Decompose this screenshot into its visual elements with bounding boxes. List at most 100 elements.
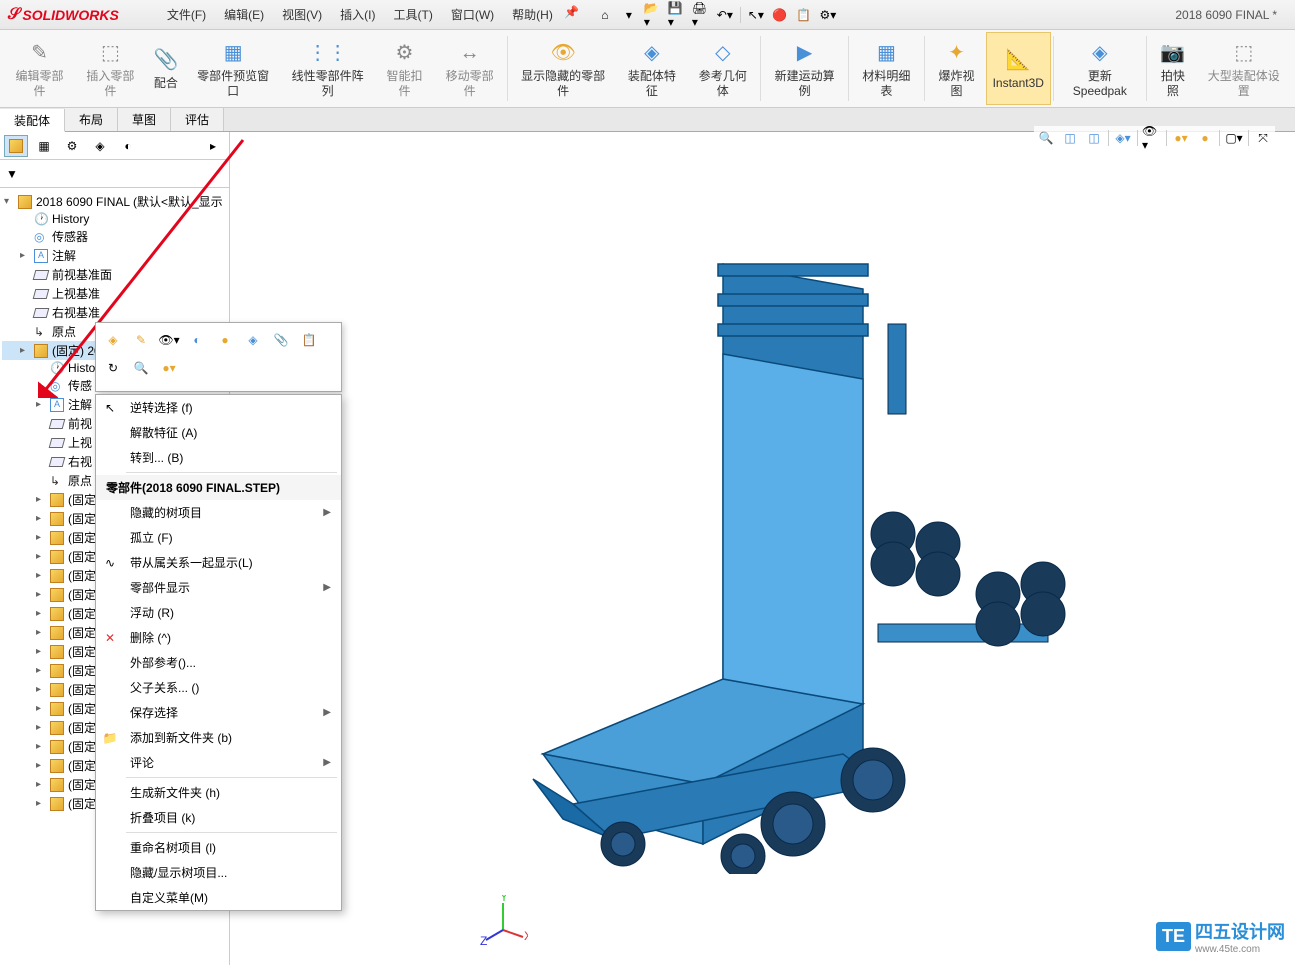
ctx-tool-zoom-icon[interactable]: 🔍 — [130, 357, 152, 379]
graphics-viewport[interactable]: 🔍 ◫ ◫ ◈▾ 👁▾ ●▾ ● ▢▾ ⤧ — [230, 132, 1295, 965]
panel-toolbar: ▼ — [0, 160, 229, 188]
ctx-new-folder[interactable]: 生成新文件夹 (h) — [96, 780, 341, 805]
save-icon[interactable]: 💾▾ — [668, 6, 686, 24]
chevron-right-icon: ▶ — [323, 757, 331, 768]
tab-layout[interactable]: 布局 — [65, 108, 118, 131]
watermark-text: 四五设计网 — [1195, 918, 1285, 944]
tab-sketch[interactable]: 草图 — [118, 108, 171, 131]
tab-evaluate[interactable]: 评估 — [171, 108, 224, 131]
ribbon-assembly-feature[interactable]: ◈装配体特征 — [616, 32, 687, 105]
settings-icon[interactable]: ⚙▾ — [819, 6, 837, 24]
ctx-goto[interactable]: 转到... (B) — [96, 445, 341, 470]
ctx-tool-suppress-icon[interactable]: ● — [214, 329, 236, 351]
property-tab-icon[interactable]: ▦ — [32, 135, 56, 157]
undo-icon[interactable]: ↶▾ — [716, 6, 734, 24]
ribbon-instant3d[interactable]: 📐Instant3D — [986, 32, 1050, 105]
tab-assembly[interactable]: 装配体 — [0, 109, 65, 132]
ctx-invert-selection[interactable]: ↖逆转选择 (f) — [96, 395, 341, 420]
ctx-comment[interactable]: 评论▶ — [96, 750, 341, 775]
ribbon-reference-geom[interactable]: ◇参考几何体 — [687, 32, 758, 105]
ctx-rename-tree[interactable]: 重命名树项目 (l) — [96, 835, 341, 860]
ctx-delete[interactable]: ✕删除 (^) — [96, 625, 341, 650]
orientation-triad[interactable]: Y X Z — [478, 895, 528, 945]
triad-icon[interactable]: ⤧ — [1253, 128, 1273, 148]
ribbon-linear-pattern[interactable]: ⋮⋮线性零部件阵列 — [280, 32, 375, 105]
ribbon-bom[interactable]: ▦材料明细表 — [851, 32, 922, 105]
context-menu: ↖逆转选择 (f) 解散特征 (A) 转到... (B) 零部件(2018 60… — [95, 394, 342, 911]
menu-edit[interactable]: 编辑(E) — [216, 3, 272, 26]
ribbon-smart-fastener[interactable]: ⚙智能扣件 — [375, 32, 434, 105]
display-style-icon[interactable]: 👁▾ — [1142, 128, 1162, 148]
ctx-component-display[interactable]: 零部件显示▶ — [96, 575, 341, 600]
tree-item[interactable]: 上视基准 — [2, 284, 227, 303]
home-icon[interactable]: ⌂ — [596, 6, 614, 24]
ctx-parent-child[interactable]: 父子关系... () — [96, 675, 341, 700]
view-orient-icon[interactable]: ◫ — [1084, 128, 1104, 148]
ctx-customize-menu[interactable]: 自定义菜单(M) — [96, 885, 341, 910]
new-icon[interactable]: ▾ — [620, 6, 638, 24]
ctx-collapse[interactable]: 折叠项目 (k) — [96, 805, 341, 830]
ribbon-show-hidden[interactable]: 👁显示隐藏的零部件 — [510, 32, 616, 105]
zoom-fit-icon[interactable]: 🔍 — [1036, 128, 1056, 148]
tree-item[interactable]: ▸A注解 — [2, 246, 227, 265]
ctx-dissolve-feature[interactable]: 解散特征 (A) — [96, 420, 341, 445]
ctx-external-ref[interactable]: 外部参考()... — [96, 650, 341, 675]
ctx-tool-transparency-icon[interactable]: ◐ — [186, 329, 208, 351]
ctx-add-to-folder[interactable]: 📁添加到新文件夹 (b) — [96, 725, 341, 750]
ctx-tool-edit-icon[interactable]: ◈ — [102, 329, 124, 351]
view-style-icon[interactable]: ◈▾ — [1113, 128, 1133, 148]
folder-icon: 📁 — [102, 730, 118, 746]
menu-window[interactable]: 窗口(W) — [443, 3, 502, 26]
scene-icon[interactable]: ● — [1195, 128, 1215, 148]
menu-tools[interactable]: 工具(T) — [386, 3, 441, 26]
config-tab-icon[interactable]: ⚙ — [60, 135, 84, 157]
options-icon[interactable]: 📋 — [795, 6, 813, 24]
rebuild-icon[interactable]: 🔴 — [771, 6, 789, 24]
ctx-show-with-dependents[interactable]: ∿带从属关系一起显示(L) — [96, 550, 341, 575]
ctx-tool-hide-icon[interactable]: 👁▾ — [158, 329, 180, 351]
viewport-icon[interactable]: ▢▾ — [1224, 128, 1244, 148]
ribbon-edit-component[interactable]: ✎编辑零部件 — [4, 32, 75, 105]
menu-file[interactable]: 文件(F) — [159, 3, 214, 26]
ctx-tool-copy-icon[interactable]: 📋 — [298, 329, 320, 351]
open-icon[interactable]: 📂▾ — [644, 6, 662, 24]
panel-expand-icon[interactable]: ▸ — [201, 135, 225, 157]
view-cube-icon[interactable]: ◫ — [1060, 128, 1080, 148]
menu-view[interactable]: 视图(V) — [274, 3, 330, 26]
ctx-save-selection[interactable]: 保存选择▶ — [96, 700, 341, 725]
tree-item[interactable]: 前视基准面 — [2, 265, 227, 284]
ctx-tool-open-icon[interactable]: ✎ — [130, 329, 152, 351]
ribbon-speedpak[interactable]: ◈更新Speedpak — [1055, 32, 1144, 105]
ribbon-mate[interactable]: 📎配合 — [146, 32, 186, 105]
ctx-tool-fix-icon[interactable]: ◈ — [242, 329, 264, 351]
tree-item[interactable]: 🕐History — [2, 211, 227, 227]
tree-item[interactable]: 右视基准 — [2, 303, 227, 322]
print-icon[interactable]: 🖨▾ — [692, 6, 710, 24]
ctx-tool-attach-icon[interactable]: 📎 — [270, 329, 292, 351]
delete-icon: ✕ — [102, 630, 118, 646]
ctx-hidden-tree-items[interactable]: 隐藏的树项目▶ — [96, 500, 341, 525]
dimexpert-tab-icon[interactable]: ◈ — [88, 135, 112, 157]
ribbon-move-component[interactable]: ↔移动零部件 — [434, 32, 505, 105]
ribbon-large-assembly[interactable]: ⬚大型装配体设置 — [1197, 32, 1292, 105]
ribbon-snapshot[interactable]: 📷拍快照 — [1149, 32, 1196, 105]
ctx-float[interactable]: 浮动 (R) — [96, 600, 341, 625]
display-tab-icon[interactable]: ◐ — [116, 135, 140, 157]
appearance-icon[interactable]: ●▾ — [1171, 128, 1191, 148]
tree-root[interactable]: ▾ 2018 6090 FINAL (默认<默认_显示 — [2, 192, 227, 211]
ribbon-exploded-view[interactable]: ✦爆炸视图 — [927, 32, 986, 105]
ctx-tool-color-icon[interactable]: ●▾ — [158, 357, 180, 379]
feature-tree-tab-icon[interactable] — [4, 135, 28, 157]
ribbon-insert-component[interactable]: ⬚插入零部件 — [75, 32, 146, 105]
menu-insert[interactable]: 插入(I) — [332, 3, 383, 26]
ctx-tool-rotate-icon[interactable]: ↻ — [102, 357, 124, 379]
pin-icon[interactable]: 📌 — [563, 3, 581, 21]
ribbon-motion-study[interactable]: ▶新建运动算例 — [763, 32, 846, 105]
menu-help[interactable]: 帮助(H) — [504, 3, 561, 26]
filter-icon[interactable]: ▼ — [6, 167, 18, 181]
select-icon[interactable]: ↖▾ — [747, 6, 765, 24]
tree-item[interactable]: ◎传感器 — [2, 227, 227, 246]
ribbon-preview-window[interactable]: ▦零部件预览窗口 — [186, 32, 281, 105]
ctx-isolate[interactable]: 孤立 (F) — [96, 525, 341, 550]
ctx-hide-show-tree[interactable]: 隐藏/显示树项目... — [96, 860, 341, 885]
